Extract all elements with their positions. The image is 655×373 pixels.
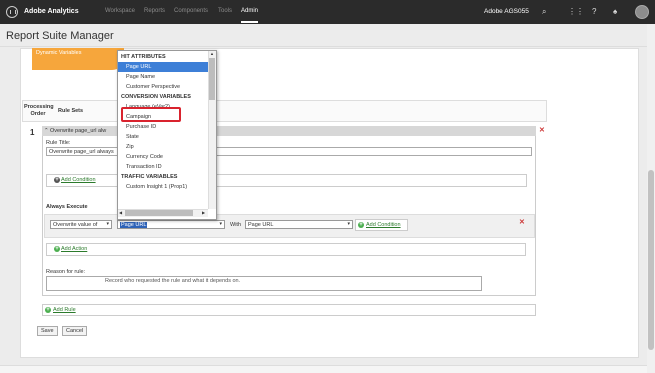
avatar[interactable] (635, 5, 649, 19)
action-target-select[interactable]: Page URL ▾ (117, 220, 225, 229)
scroll-right-icon[interactable]: ▶ (202, 210, 205, 215)
dropdown-group-header: HIT ATTRIBUTES (121, 54, 166, 60)
delete-rule-icon[interactable]: ✕ (539, 126, 545, 134)
rule-sets-header: Rule Sets (58, 108, 84, 114)
top-navigation-bar (0, 0, 655, 24)
dropdown-hscroll-thumb[interactable] (125, 210, 193, 216)
add-condition-link[interactable]: Add Condition (61, 177, 96, 183)
company-name[interactable]: Adobe AGS055 (484, 8, 529, 15)
search-icon[interactable]: ⌕ (542, 7, 546, 17)
dropdown-group-header: TRAFFIC VARIABLES (121, 174, 178, 180)
bottom-scrollbar[interactable] (0, 365, 647, 373)
with-value: Page URL (248, 222, 274, 228)
add-action-link[interactable]: Add Action (61, 246, 87, 252)
divider (0, 46, 647, 47)
highlight-annotation-box (121, 107, 181, 122)
dropdown-option[interactable]: Customer Perspective (118, 82, 208, 92)
delete-action-icon[interactable]: ✕ (519, 218, 525, 226)
nav-workspace[interactable]: Workspace (105, 8, 135, 14)
dropdown-option[interactable]: Purchase ID (118, 122, 208, 132)
dropdown-scroll-thumb[interactable] (209, 58, 215, 100)
dropdown-option[interactable]: Transaction ID (118, 162, 208, 172)
reason-label: Reason for rule: (46, 269, 86, 275)
add-action-plus-icon[interactable]: + (54, 246, 60, 252)
dropdown-option[interactable]: Page URL (118, 62, 208, 72)
bell-icon[interactable]: ♠ (613, 7, 617, 17)
dynamic-variables-banner: Dynamic Variables (32, 48, 124, 70)
help-icon[interactable]: ? (592, 7, 596, 17)
rule-title-label: Rule Title: (46, 140, 71, 146)
nav-reports[interactable]: Reports (144, 8, 165, 14)
always-execute-label: Always Execute (46, 204, 88, 210)
dropdown-list[interactable]: HIT ATTRIBUTES Page URL Page Name Customer … (118, 52, 208, 192)
action-target-value: Page URL (120, 222, 148, 228)
add-rule-plus-icon[interactable]: + (45, 307, 51, 313)
nav-components[interactable]: Components (174, 8, 208, 14)
apps-grid-icon[interactable]: ⋮⋮ (568, 7, 584, 17)
processing-order-header: Processing Order (24, 104, 54, 117)
reason-textarea[interactable]: Record who requested the rule and what i… (46, 276, 482, 291)
nav-admin[interactable]: Admin (241, 8, 259, 23)
scroll-left-icon[interactable]: ◀ (119, 210, 122, 215)
page-scrollbar-thumb[interactable] (648, 170, 654, 350)
add-condition-inline-link[interactable]: Add Condition (366, 222, 401, 228)
dropdown-option[interactable]: Currency Code (118, 152, 208, 162)
with-label: With (230, 222, 241, 228)
rule-number: 1 (30, 128, 35, 137)
add-action-panel (46, 243, 526, 256)
save-button[interactable]: Save (37, 326, 58, 336)
nav-tools[interactable]: Tools (218, 8, 232, 14)
cancel-button[interactable]: Cancel (62, 326, 88, 336)
action-select[interactable]: Overwrite value of ▾ (50, 220, 112, 229)
dropdown-option[interactable]: State (118, 132, 208, 142)
add-rule-panel (42, 304, 536, 316)
brand-name: Adobe Analytics (24, 8, 79, 15)
with-value-select[interactable]: Page URL ▾ (245, 220, 353, 229)
dropdown-option[interactable]: Zip (118, 142, 208, 152)
add-rule-link[interactable]: Add Rule (53, 307, 76, 313)
chevron-down-icon: ▾ (106, 221, 109, 227)
adobe-analytics-logo-icon[interactable] (6, 6, 18, 18)
dropdown-option[interactable]: Custom Insight 1 (Prop1) (118, 182, 208, 192)
chevron-down-icon: ▾ (219, 221, 222, 227)
collapse-icon[interactable]: ⌃ (44, 128, 49, 134)
chevron-down-icon: ▾ (347, 221, 350, 227)
add-condition-plus-icon[interactable]: + (54, 177, 60, 183)
action-select-value: Overwrite value of (53, 222, 98, 228)
table-header (22, 100, 547, 122)
page-title: Report Suite Manager (6, 30, 114, 42)
add-condition-inline-plus-icon[interactable]: + (358, 222, 364, 228)
dropdown-option[interactable]: Page Name (118, 72, 208, 82)
rule-header-label: Overwrite page_url alw (50, 128, 107, 134)
scroll-up-icon[interactable]: ▲ (210, 51, 214, 56)
dropdown-group-header: CONVERSION VARIABLES (121, 94, 191, 100)
